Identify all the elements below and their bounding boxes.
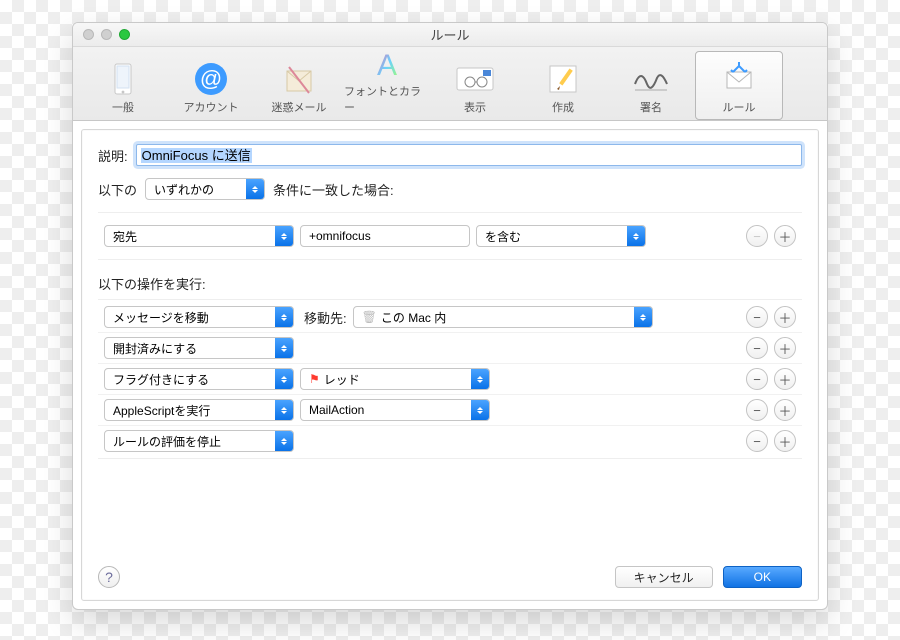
action-row: AppleScriptを実行 MailAction − ＋ xyxy=(98,394,802,425)
tab-accounts[interactable]: @ アカウント xyxy=(167,51,255,120)
conditions-suffix: 条件に一致した場合: xyxy=(273,180,394,199)
action-type-popup[interactable]: フラグ付きにする xyxy=(104,368,294,390)
conditions-prefix: 以下の xyxy=(98,180,137,199)
zoom-window-button[interactable] xyxy=(119,29,130,40)
description-field[interactable]: OmniFocus に送信 xyxy=(136,144,802,166)
tab-composing[interactable]: 作成 xyxy=(519,51,607,120)
remove-action-button[interactable]: − xyxy=(746,337,768,359)
window-title: ルール xyxy=(73,25,827,44)
tab-label: 一般 xyxy=(112,99,134,115)
action-row: 開封済みにする − ＋ xyxy=(98,332,802,363)
svg-text:@: @ xyxy=(200,66,222,91)
flag-icon: ⚑ xyxy=(309,372,320,386)
chevron-updown-icon xyxy=(471,400,489,420)
at-icon: @ xyxy=(191,59,231,99)
condition-op-popup[interactable]: を含む xyxy=(476,225,646,247)
tab-label: フォントとカラー xyxy=(344,83,430,115)
tab-general[interactable]: 一般 xyxy=(79,51,167,120)
signature-icon xyxy=(631,59,671,99)
rule-editor-sheet: 説明: OmniFocus に送信 以下の いずれかの 条件に一致した場合: 宛… xyxy=(81,129,819,601)
chevron-updown-icon xyxy=(275,307,293,327)
tab-junk[interactable]: 迷惑メール xyxy=(255,51,343,120)
tab-rules[interactable]: ルール xyxy=(695,51,783,120)
condition-row: 宛先 +omnifocus を含む − ＋ xyxy=(98,221,802,251)
chevron-updown-icon xyxy=(275,369,293,389)
action-row: ルールの評価を停止 − ＋ xyxy=(98,425,802,456)
move-target-popup[interactable]: 🗑この Mac 内 xyxy=(353,306,653,328)
viewing-icon xyxy=(455,59,495,99)
remove-action-button[interactable]: − xyxy=(746,399,768,421)
remove-action-button[interactable]: − xyxy=(746,430,768,452)
add-action-button[interactable]: ＋ xyxy=(774,368,796,390)
cancel-button[interactable]: キャンセル xyxy=(615,566,713,588)
condition-field-popup[interactable]: 宛先 xyxy=(104,225,294,247)
sheet-footer: ? キャンセル OK xyxy=(98,566,802,588)
preferences-window: ルール 一般 @ アカウント 迷惑メール A フォントとカラー 表示 作成 署 xyxy=(72,22,828,610)
tab-label: 作成 xyxy=(552,99,574,115)
chevron-updown-icon xyxy=(634,307,652,327)
junk-icon xyxy=(279,59,319,99)
action-type-popup[interactable]: ルールの評価を停止 xyxy=(104,430,294,452)
remove-action-button[interactable]: − xyxy=(746,306,768,328)
add-action-button[interactable]: ＋ xyxy=(774,337,796,359)
add-action-button[interactable]: ＋ xyxy=(774,306,796,328)
tab-label: 迷惑メール xyxy=(272,99,327,115)
actions-header: 以下の操作を実行: xyxy=(98,274,206,293)
chevron-updown-icon xyxy=(627,226,645,246)
tab-signatures[interactable]: 署名 xyxy=(607,51,695,120)
chevron-updown-icon xyxy=(471,369,489,389)
description-label: 説明: xyxy=(98,146,128,165)
compose-icon xyxy=(543,59,583,99)
flag-color-popup[interactable]: ⚑レッド xyxy=(300,368,490,390)
tab-label: ルール xyxy=(723,99,756,115)
chevron-updown-icon xyxy=(275,431,293,451)
remove-action-button[interactable]: − xyxy=(746,368,768,390)
match-mode-popup[interactable]: いずれかの xyxy=(145,178,265,200)
window-controls xyxy=(83,29,130,40)
tab-viewing[interactable]: 表示 xyxy=(431,51,519,120)
remove-condition-button[interactable]: − xyxy=(746,225,768,247)
ok-button[interactable]: OK xyxy=(723,566,802,588)
chevron-updown-icon xyxy=(246,179,264,199)
conditions-group: 宛先 +omnifocus を含む − ＋ xyxy=(98,212,802,260)
action-type-popup[interactable]: AppleScriptを実行 xyxy=(104,399,294,421)
action-type-popup[interactable]: メッセージを移動 xyxy=(104,306,294,328)
close-window-button[interactable] xyxy=(83,29,94,40)
move-target-label: 移動先: xyxy=(304,308,347,327)
svg-text:A: A xyxy=(377,49,397,82)
add-action-button[interactable]: ＋ xyxy=(774,399,796,421)
minimize-window-button[interactable] xyxy=(101,29,112,40)
actions-group: メッセージを移動 移動先: 🗑この Mac 内 − ＋ 開封済みにする − ＋ … xyxy=(98,299,802,459)
applescript-popup[interactable]: MailAction xyxy=(300,399,490,421)
add-action-button[interactable]: ＋ xyxy=(774,430,796,452)
rules-icon xyxy=(719,59,759,99)
fonts-icon: A xyxy=(367,47,407,83)
condition-value-field[interactable]: +omnifocus xyxy=(300,225,470,247)
prefs-toolbar: 一般 @ アカウント 迷惑メール A フォントとカラー 表示 作成 署名 ルール xyxy=(73,47,827,121)
action-type-popup[interactable]: 開封済みにする xyxy=(104,337,294,359)
action-row: フラグ付きにする ⚑レッド − ＋ xyxy=(98,363,802,394)
general-icon xyxy=(103,59,143,99)
tab-fonts[interactable]: A フォントとカラー xyxy=(343,51,431,120)
add-condition-button[interactable]: ＋ xyxy=(774,225,796,247)
tab-label: アカウント xyxy=(184,99,239,115)
trash-icon: 🗑 xyxy=(362,310,377,324)
tab-label: 署名 xyxy=(640,99,662,115)
tab-label: 表示 xyxy=(464,99,486,115)
titlebar: ルール xyxy=(73,23,827,47)
chevron-updown-icon xyxy=(275,226,293,246)
help-button[interactable]: ? xyxy=(98,566,120,588)
chevron-updown-icon xyxy=(275,400,293,420)
action-row: メッセージを移動 移動先: 🗑この Mac 内 − ＋ xyxy=(98,302,802,332)
chevron-updown-icon xyxy=(275,338,293,358)
